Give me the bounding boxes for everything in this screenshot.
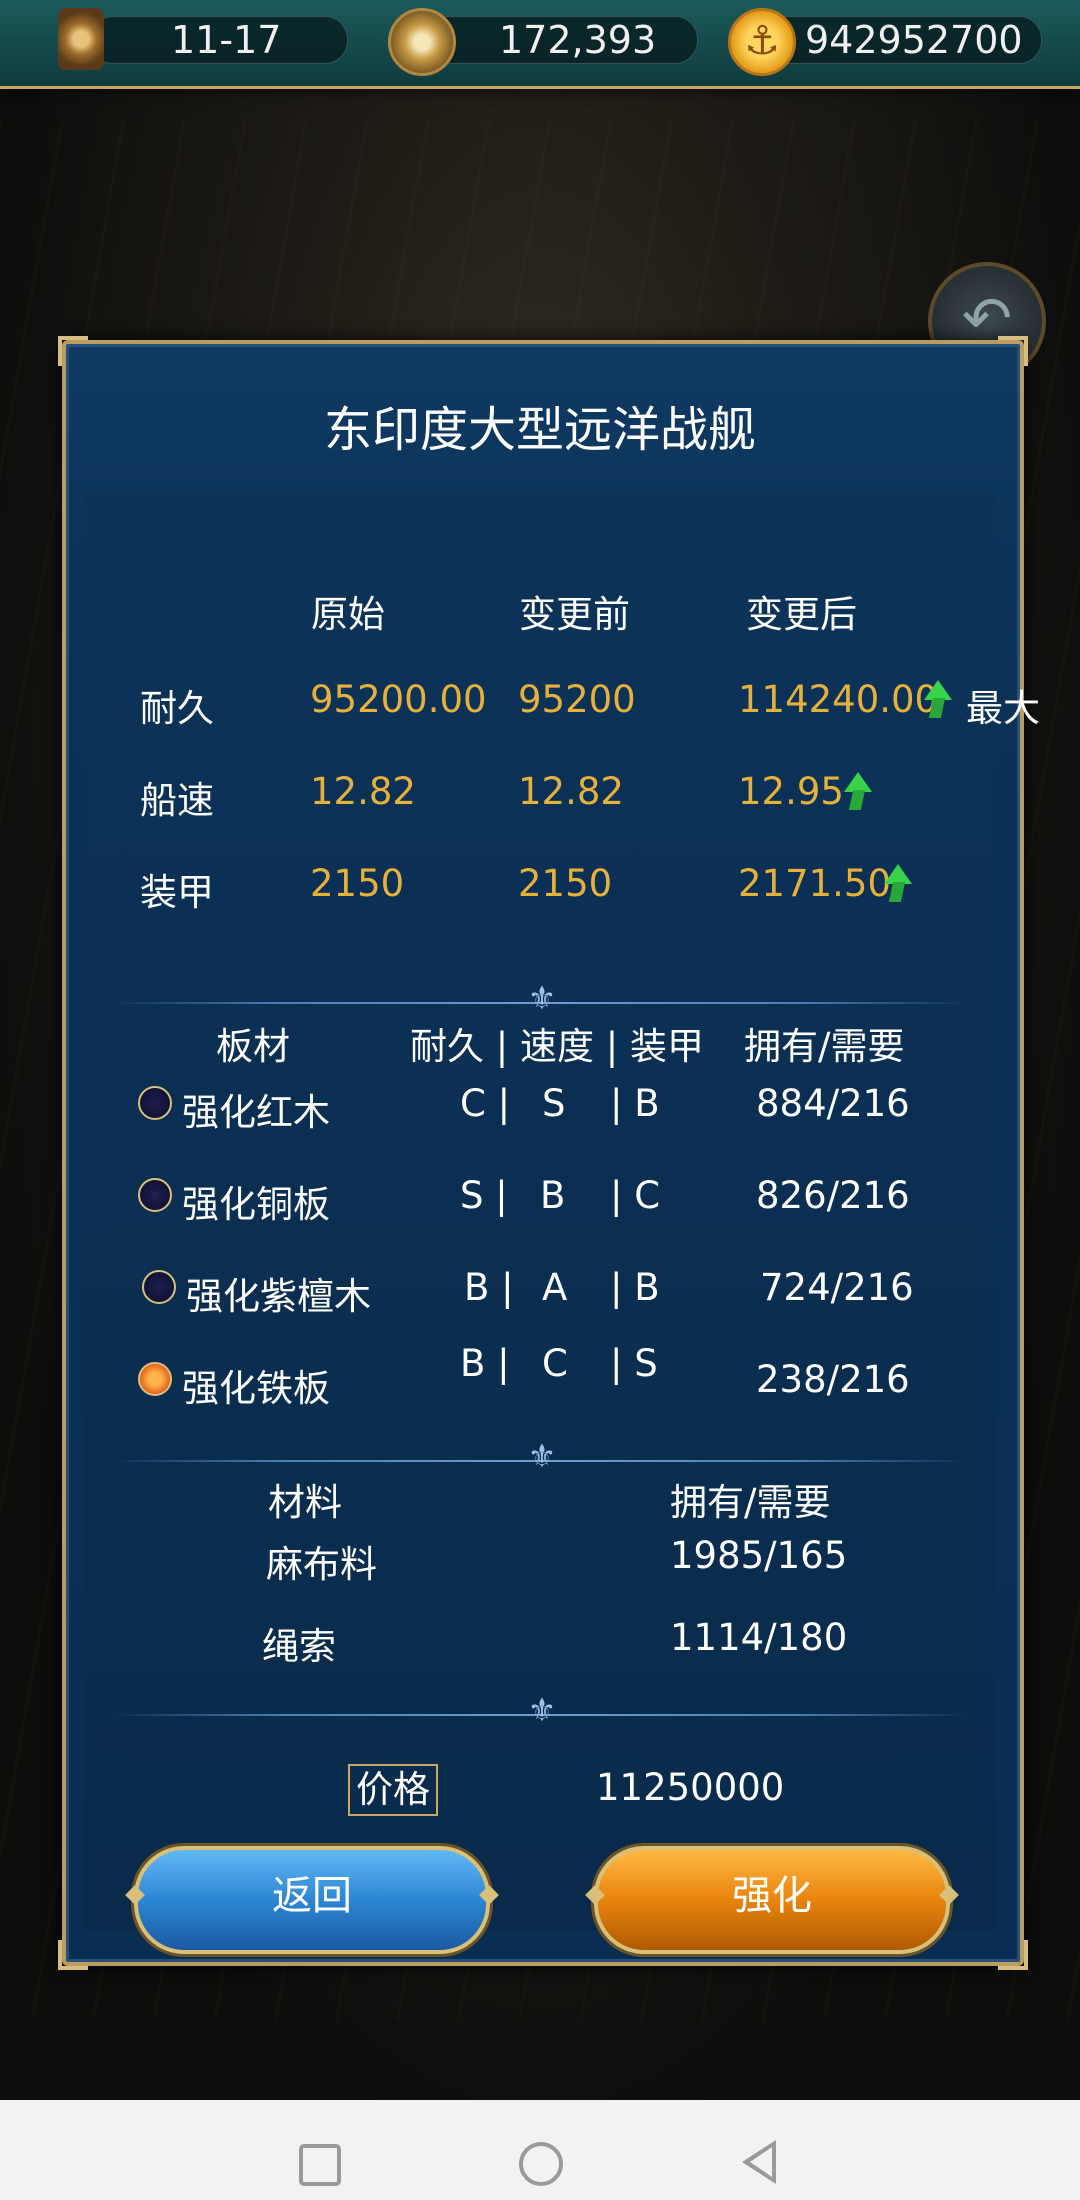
enhance-button[interactable]: 强化 [585, 1846, 959, 1954]
plank-grade-speed: S [542, 1082, 566, 1125]
material-name: 麻布料 [266, 1543, 377, 1586]
back-button-label: 返回 [272, 1873, 352, 1919]
plank-owned: 826/216 [756, 1174, 910, 1217]
stat-label: 耐久 [140, 687, 214, 730]
plank-owned: 238/216 [756, 1358, 910, 1401]
stat-label: 船速 [140, 779, 214, 822]
stat-before: 95200 [518, 678, 636, 721]
price-label: 价格 [348, 1764, 438, 1816]
compass-icon [388, 8, 456, 76]
stat-after: 114240.00 [738, 678, 939, 721]
plank-name: 强化铜板 [182, 1183, 330, 1226]
stat-max-note: 最大 [966, 687, 1040, 730]
back-button[interactable]: 返回 [125, 1846, 499, 1954]
up-arrow-icon [882, 864, 912, 904]
header-before: 变更前 [519, 593, 630, 636]
up-arrow-icon [842, 772, 872, 812]
plank-grade-speed: A [542, 1266, 568, 1309]
plank-name: 强化红木 [182, 1091, 330, 1134]
ornament-icon: ⚜ [527, 979, 557, 1017]
plank-owned: 724/216 [760, 1266, 914, 1309]
stat-before: 2150 [518, 862, 613, 905]
stat-before: 12.82 [518, 770, 624, 813]
stat-original: 95200.00 [310, 678, 487, 721]
compass-resource: 172,393 [420, 16, 698, 64]
price-value: 11250000 [596, 1766, 785, 1809]
plank-header-grades: 耐久 | 速度 | 装甲 [410, 1025, 704, 1068]
plank-grade-speed: B [540, 1174, 566, 1217]
hourglass-icon [58, 8, 104, 70]
recent-apps-icon[interactable] [299, 2144, 341, 2186]
plank-grade-armor: | B [610, 1082, 660, 1125]
header-after: 变更后 [746, 593, 857, 636]
plank-radio[interactable] [142, 1270, 176, 1304]
plank-radio[interactable] [138, 1178, 172, 1212]
material-owned: 1114/180 [670, 1616, 848, 1659]
stat-after: 12.95 [738, 770, 844, 813]
back-nav-icon[interactable] [742, 2140, 776, 2184]
plank-name: 强化铁板 [182, 1367, 330, 1410]
gold-resource: 942952700 [760, 16, 1042, 64]
material-owned: 1985/165 [670, 1534, 848, 1577]
ornament-icon: ⚜ [527, 1691, 557, 1729]
date-value: 11-17 [171, 18, 282, 62]
plank-grade-durability: B | [460, 1342, 510, 1385]
plank-grade-armor: | C [610, 1174, 661, 1217]
ornament-icon: ⚜ [527, 1437, 557, 1475]
stat-original: 2150 [310, 862, 405, 905]
material-header-owned: 拥有/需要 [670, 1481, 831, 1524]
header-original: 原始 [311, 593, 385, 636]
date-resource: 11-17 [90, 16, 348, 64]
top-resource-bar: 11-17 172,393 942952700 ⚓ [0, 0, 1080, 89]
plank-grade-armor: | S [610, 1342, 658, 1385]
plank-owned: 884/216 [756, 1082, 910, 1125]
plank-header-name: 板材 [216, 1025, 290, 1068]
plank-header-owned: 拥有/需要 [744, 1025, 905, 1068]
up-arrow-icon [922, 680, 952, 720]
material-name: 绳索 [262, 1625, 336, 1668]
enhance-button-label: 强化 [732, 1873, 812, 1919]
gold-value: 942952700 [805, 18, 1023, 62]
stat-label: 装甲 [140, 871, 214, 914]
material-header-name: 材料 [268, 1481, 342, 1524]
plank-grade-armor: | B [610, 1266, 660, 1309]
stat-after: 2171.50 [738, 862, 892, 905]
plank-name: 强化紫檀木 [186, 1275, 371, 1318]
plank-radio[interactable] [138, 1086, 172, 1120]
compass-value: 172,393 [499, 18, 657, 62]
dialog-title: 东印度大型远洋战舰 [323, 402, 756, 458]
plank-grade-durability: B | [464, 1266, 514, 1309]
plank-grade-durability: S | [460, 1174, 508, 1217]
stat-original: 12.82 [310, 770, 416, 813]
anchor-coin-icon: ⚓ [728, 8, 796, 76]
plank-radio-selected[interactable] [138, 1362, 172, 1396]
plank-grade-speed: C [542, 1342, 568, 1385]
plank-grade-durability: C | [460, 1082, 511, 1125]
home-icon[interactable] [519, 2142, 563, 2186]
